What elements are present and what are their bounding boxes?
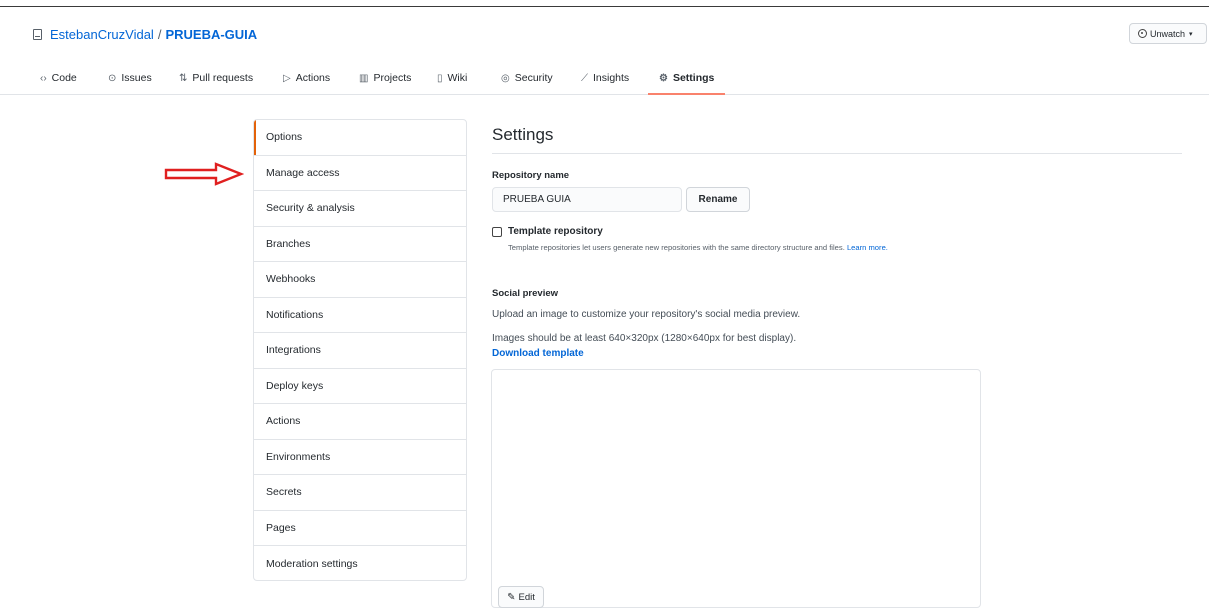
gear-icon: ⚙	[659, 72, 668, 84]
social-preview-label: Social preview	[492, 288, 559, 299]
sidebar-item-options[interactable]: Options	[254, 120, 466, 156]
tab-code[interactable]: ‹› Code	[40, 62, 77, 94]
issue-icon: ⊙	[108, 72, 117, 84]
graph-icon: ⟋	[581, 72, 588, 84]
social-preview-description: Upload an image to customize your reposi…	[492, 309, 801, 320]
repo-owner-link[interactable]: EstebanCruzVidal	[50, 27, 154, 42]
tab-issues[interactable]: ⊙ Issues	[108, 62, 152, 94]
template-note: Template repositories let users generate…	[508, 243, 888, 252]
learn-more-link[interactable]: Learn more.	[847, 243, 888, 252]
sidebar-item-integrations[interactable]: Integrations	[254, 333, 466, 369]
rename-button[interactable]: Rename	[686, 187, 750, 212]
download-template-link[interactable]: Download template	[492, 348, 584, 359]
sidebar-item-moderation-settings[interactable]: Moderation settings	[254, 546, 466, 580]
sidebar-item-branches[interactable]: Branches	[254, 227, 466, 262]
pull-request-icon: ⇅	[179, 72, 188, 84]
edit-button[interactable]: ✎ Edit	[498, 586, 544, 608]
tab-insights-label: Insights	[593, 72, 630, 84]
template-note-text: Template repositories let users generate…	[508, 243, 845, 252]
repo-name-input[interactable]: PRUEBA GUIA	[492, 187, 682, 212]
sidebar-item-pages[interactable]: Pages	[254, 511, 466, 546]
sidebar-item-actions[interactable]: Actions	[254, 404, 466, 440]
repo-name-label: Repository name	[492, 170, 570, 181]
tab-projects[interactable]: ▥ Projects	[359, 62, 411, 94]
tab-settings[interactable]: ⚙ Settings	[647, 62, 726, 95]
tab-projects-label: Projects	[373, 72, 412, 84]
tab-security[interactable]: ◎ Security	[501, 62, 553, 94]
template-repository-checkbox[interactable]	[492, 227, 502, 237]
tab-insights[interactable]: ⟋ Insights	[581, 62, 629, 94]
tab-code-label: Code	[51, 72, 77, 84]
tab-pull-requests-label: Pull requests	[192, 72, 254, 84]
chevron-down-icon: ▾	[1189, 30, 1193, 38]
book-icon: ▯	[437, 72, 443, 84]
sidebar-item-environments[interactable]: Environments	[254, 440, 466, 475]
title-divider	[492, 153, 1182, 154]
sidebar-item-manage-access[interactable]: Manage access	[254, 156, 466, 191]
tab-wiki[interactable]: ▯ Wiki	[437, 62, 467, 94]
unwatch-button[interactable]: Unwatch ▾	[1129, 23, 1207, 44]
repo-tabs: ‹› Code ⊙ Issues ⇅ Pull requests ▷ Actions ▥…	[0, 62, 1209, 95]
repo-icon	[33, 28, 42, 40]
sidebar-item-security-analysis[interactable]: Security & analysis	[254, 191, 466, 227]
sidebar-item-notifications[interactable]: Notifications	[254, 298, 466, 333]
play-icon: ▷	[283, 72, 291, 84]
page-title: Settings	[492, 125, 554, 144]
tab-issues-label: Issues	[121, 72, 152, 84]
image-size-note: Images should be at least 640×320px (128…	[492, 333, 797, 344]
repo-name-link[interactable]: PRUEBA-GUIA	[165, 27, 257, 42]
unwatch-label: Unwatch	[1150, 28, 1186, 39]
top-border	[0, 0, 1209, 7]
project-icon: ▥	[359, 72, 369, 84]
social-preview-box	[491, 369, 981, 608]
template-repository-label: Template repository	[508, 226, 603, 237]
code-icon: ‹›	[40, 72, 47, 84]
tab-actions[interactable]: ▷ Actions	[283, 62, 330, 94]
tab-actions-label: Actions	[295, 72, 331, 84]
annotation-arrow-icon	[164, 162, 244, 186]
sidebar-item-webhooks[interactable]: Webhooks	[254, 262, 466, 298]
sidebar-item-secrets[interactable]: Secrets	[254, 475, 466, 511]
sidebar-item-deploy-keys[interactable]: Deploy keys	[254, 369, 466, 404]
repo-header: EstebanCruzVidal / PRUEBA-GUIA	[33, 25, 257, 43]
tab-wiki-label: Wiki	[447, 72, 468, 84]
edit-label: Edit	[518, 591, 535, 603]
repo-separator: /	[157, 26, 162, 42]
tab-settings-label: Settings	[672, 72, 715, 84]
shield-icon: ◎	[501, 72, 510, 84]
pencil-icon: ✎	[507, 591, 516, 603]
tab-pull-requests[interactable]: ⇅ Pull requests	[179, 62, 253, 94]
eye-icon	[1138, 29, 1147, 38]
tab-security-label: Security	[514, 72, 553, 84]
settings-sidebar: Options Manage access Security & analysi…	[253, 119, 467, 581]
